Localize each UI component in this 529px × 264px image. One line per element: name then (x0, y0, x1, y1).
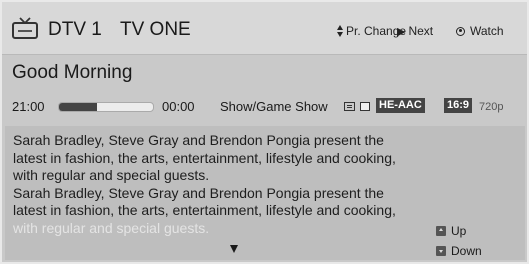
subtitle-icon (344, 102, 355, 111)
scroll-down-arrow-icon[interactable] (230, 245, 238, 253)
nav-up-label: Up (451, 224, 467, 238)
watch-label: Watch (470, 24, 504, 38)
nav-up-button[interactable]: Up (436, 224, 466, 238)
program-title: Good Morning (12, 62, 133, 83)
nav-down-label: Down (451, 244, 482, 258)
nav-down-button[interactable]: Down (436, 244, 482, 258)
progress-fill (59, 103, 97, 111)
channel-number: DTV 1 (48, 19, 102, 40)
up-down-arrows-icon (337, 24, 344, 38)
radio-dot-icon (456, 26, 465, 36)
next-button[interactable]: ▶ Next (397, 24, 433, 38)
channel-name: TV ONE (120, 19, 191, 40)
start-time: 21:00 (12, 99, 45, 114)
program-change-button[interactable]: Pr. Change (337, 24, 406, 38)
channel-header: DTV 1 TV ONE Pr. Change ▶ Next Watch (2, 2, 527, 55)
watch-button[interactable]: Watch (456, 24, 504, 38)
audio-badge: HE-AAC (376, 98, 425, 113)
up-key-icon (436, 226, 446, 236)
description-box[interactable]: Sarah Bradley, Steve Gray and Brendon Po… (5, 126, 525, 260)
tv-icon (12, 17, 38, 39)
aspect-badge: 16:9 (444, 98, 473, 113)
description-faded-text: with regular and special guests. (13, 219, 210, 236)
teletext-icon (360, 102, 370, 111)
play-triangle-icon: ▶ (397, 25, 406, 38)
epg-info-panel: DTV 1 TV ONE Pr. Change ▶ Next Watch Goo… (2, 2, 527, 262)
end-time: 00:00 (162, 99, 195, 114)
program-info-line: 21:00 00:00 Show/Game Show HE-AAC 16:9 7… (12, 98, 522, 117)
down-key-icon (436, 246, 446, 256)
resolution-label: 720p (479, 101, 504, 113)
next-label: Next (408, 24, 434, 38)
program-description: Sarah Bradley, Steve Gray and Brendon Po… (13, 132, 409, 237)
genre: Show/Game Show (220, 99, 328, 114)
progress-bar (58, 102, 154, 112)
description-text: Sarah Bradley, Steve Gray and Brendon Po… (13, 132, 396, 218)
